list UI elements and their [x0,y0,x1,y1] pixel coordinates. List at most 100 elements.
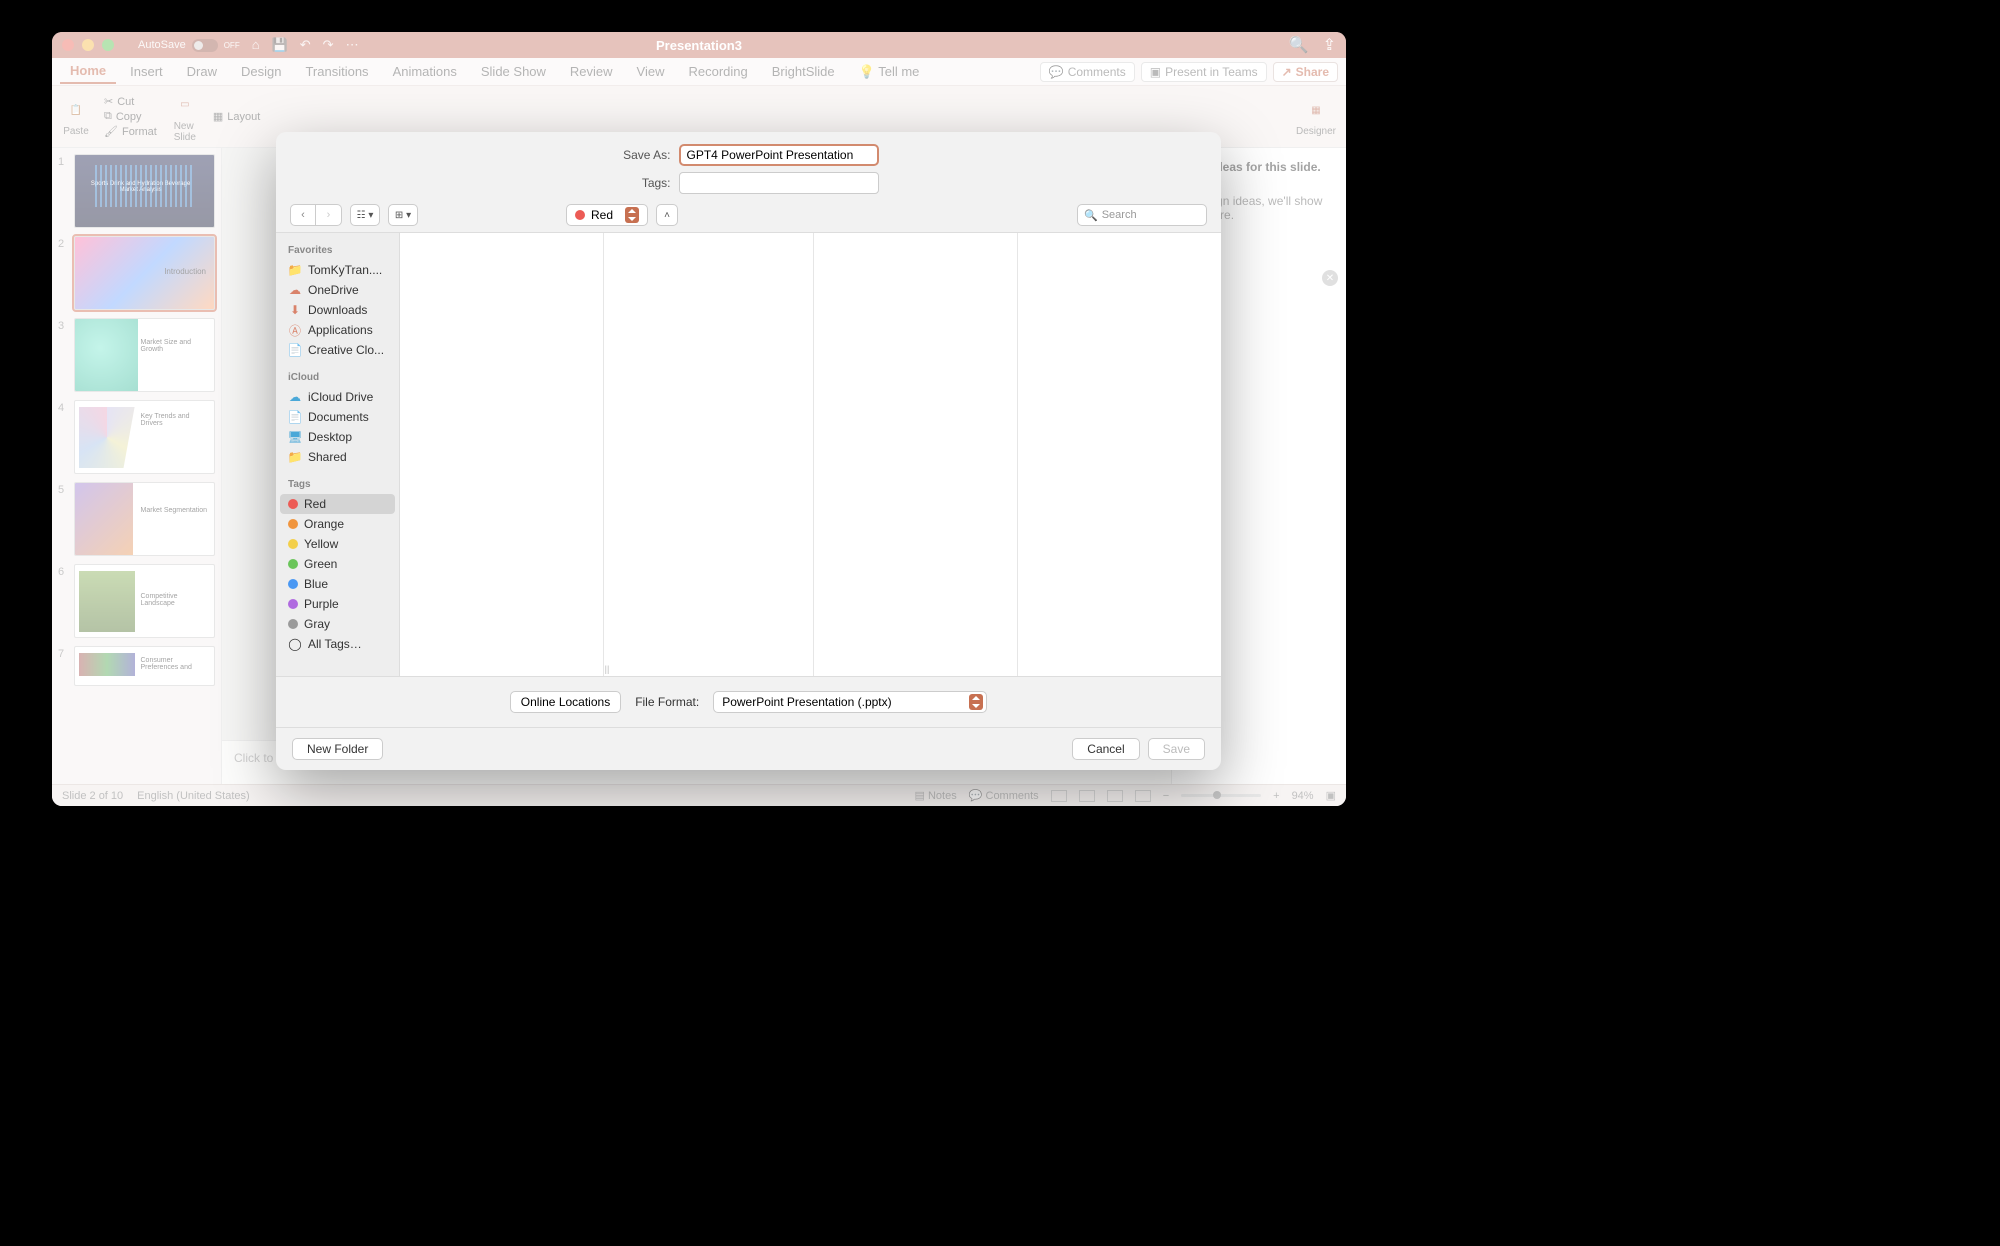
tags-input[interactable] [679,172,879,194]
sidebar-tag-purple[interactable]: Purple [280,594,395,614]
zoom-in-button[interactable]: + [1273,790,1279,802]
new-folder-button[interactable]: New Folder [292,738,383,760]
tab-tellme[interactable]: 💡 Tell me [849,60,930,84]
zoom-level[interactable]: 94% [1292,790,1314,802]
save-as-input[interactable] [679,144,879,166]
tab-insert[interactable]: Insert [120,60,173,83]
sidebar-item-documents[interactable]: 📄Documents [280,407,395,427]
tab-view[interactable]: View [627,60,675,83]
sidebar-tag-blue[interactable]: Blue [280,574,395,594]
layout-button[interactable]: ▦ Layout [213,110,260,123]
tab-slideshow[interactable]: Slide Show [471,60,556,83]
sidebar-all-tags[interactable]: ◯All Tags… [280,634,395,654]
tab-draw[interactable]: Draw [177,60,227,83]
sidebar-item-icloud-drive[interactable]: ☁iCloud Drive [280,387,395,407]
copy-button[interactable]: ⧉ Copy [104,110,157,123]
notes-toggle[interactable]: ▤ Notes [915,789,957,802]
search-title-icon[interactable]: 🔍 [1289,35,1309,55]
close-window-button[interactable] [62,39,74,51]
paste-icon: 📋 [62,96,90,124]
undo-qat-icon[interactable]: ↶ [300,37,311,53]
sidebar-item-desktop[interactable]: 🖥Desktop [280,427,395,447]
tab-animations[interactable]: Animations [383,60,467,83]
sidebar-item-onedrive[interactable]: ☁OneDrive [280,280,395,300]
view-mode-columns[interactable]: ☷ ▾ [350,204,380,226]
cancel-button[interactable]: Cancel [1072,738,1139,760]
share-title-icon[interactable]: ⇪ [1323,35,1336,55]
sidebar-item-tomky[interactable]: 📁TomKyTran.... [280,260,395,280]
collapse-button[interactable]: ˄ [656,204,678,226]
thumb-1[interactable]: Sports Drink and Hydration Beverage Mark… [74,154,215,228]
save-qat-icon[interactable]: 💾 [272,37,288,53]
share-button[interactable]: ↗ Share [1273,62,1338,82]
save-button[interactable]: Save [1148,738,1205,760]
column-view[interactable]: || [400,233,1221,676]
zoom-slider[interactable] [1181,794,1261,797]
autosave-toggle[interactable]: AutoSave OFF [138,39,240,52]
thumb-2[interactable]: Introduction [74,236,215,310]
column-1[interactable] [400,233,604,676]
sidebar-item-applications[interactable]: ⒶApplications [280,320,395,340]
present-teams-button[interactable]: ▣ Present in Teams [1141,62,1267,82]
document-icon: 📄 [288,410,302,424]
tab-design[interactable]: Design [231,60,291,83]
column-3[interactable] [814,233,1018,676]
online-locations-button[interactable]: Online Locations [510,691,621,713]
sidebar-tag-yellow[interactable]: Yellow [280,534,395,554]
thumb-4[interactable]: Key Trends and Drivers [74,400,215,474]
close-designer-icon[interactable]: ✕ [1322,270,1338,286]
tab-transitions[interactable]: Transitions [295,60,378,83]
home-qat-icon[interactable]: ⌂ [252,37,260,53]
redo-qat-icon[interactable]: ↷ [323,37,334,53]
thumb-7[interactable]: Consumer Preferences and [74,646,215,686]
slideshow-view-button[interactable] [1135,790,1151,802]
language-indicator[interactable]: English (United States) [137,790,250,802]
sidebar-item-shared[interactable]: 📁Shared [280,447,395,467]
thumb-3[interactable]: Market Size and Growth [74,318,215,392]
comments-button[interactable]: 💬 Comments [1040,62,1135,82]
comments-toggle[interactable]: 💬 Comments [969,789,1039,802]
new-slide-button[interactable]: ▭ New Slide [171,91,199,143]
tab-home[interactable]: Home [60,59,116,84]
sorter-view-button[interactable] [1079,790,1095,802]
view-mode-grid[interactable]: ⊞ ▾ [388,204,418,226]
sidebar-tag-red[interactable]: Red [280,494,395,514]
back-button[interactable]: ‹ [290,204,316,226]
thumb-5[interactable]: Market Segmentation [74,482,215,556]
sidebar-item-downloads[interactable]: ⬇Downloads [280,300,395,320]
folder-icon: 📁 [288,263,302,277]
more-qat-icon[interactable]: ⋯ [346,37,359,53]
tab-recording[interactable]: Recording [679,60,758,83]
thumb-6[interactable]: Competitive Landscape [74,564,215,638]
sidebar-item-creative[interactable]: 📄Creative Clo... [280,340,395,360]
location-popup[interactable]: Red [566,204,648,226]
column-4[interactable] [1018,233,1221,676]
minimize-window-button[interactable] [82,39,94,51]
forward-button[interactable]: › [316,204,342,226]
designer-button[interactable]: ▦ Designer [1296,96,1336,137]
zoom-out-button[interactable]: − [1163,790,1169,802]
fit-window-button[interactable]: ▣ [1326,789,1336,802]
autosave-switch[interactable] [192,39,218,52]
all-tags-icon: ◯ [288,637,302,651]
sidebar-tag-orange[interactable]: Orange [280,514,395,534]
yellow-dot-icon [288,539,298,549]
tab-review[interactable]: Review [560,60,623,83]
file-format-select[interactable]: PowerPoint Presentation (.pptx) [713,691,987,713]
column-2[interactable] [610,233,814,676]
download-icon: ⬇ [288,303,302,317]
ribbon-tabs: Home Insert Draw Design Transitions Anim… [52,58,1346,86]
paste-button[interactable]: 📋 Paste [62,96,90,137]
maximize-window-button[interactable] [102,39,114,51]
file-icon: 📄 [288,343,302,357]
purple-dot-icon [288,599,298,609]
sidebar-tag-gray[interactable]: Gray [280,614,395,634]
reading-view-button[interactable] [1107,790,1123,802]
search-field[interactable]: 🔍 Search [1077,204,1207,226]
cut-button[interactable]: ✂ Cut [104,95,157,108]
file-format-label: File Format: [635,695,699,709]
normal-view-button[interactable] [1051,790,1067,802]
sidebar-tag-green[interactable]: Green [280,554,395,574]
format-painter-button[interactable]: 🖌 Format [104,125,157,138]
tab-brightslide[interactable]: BrightSlide [762,60,845,83]
